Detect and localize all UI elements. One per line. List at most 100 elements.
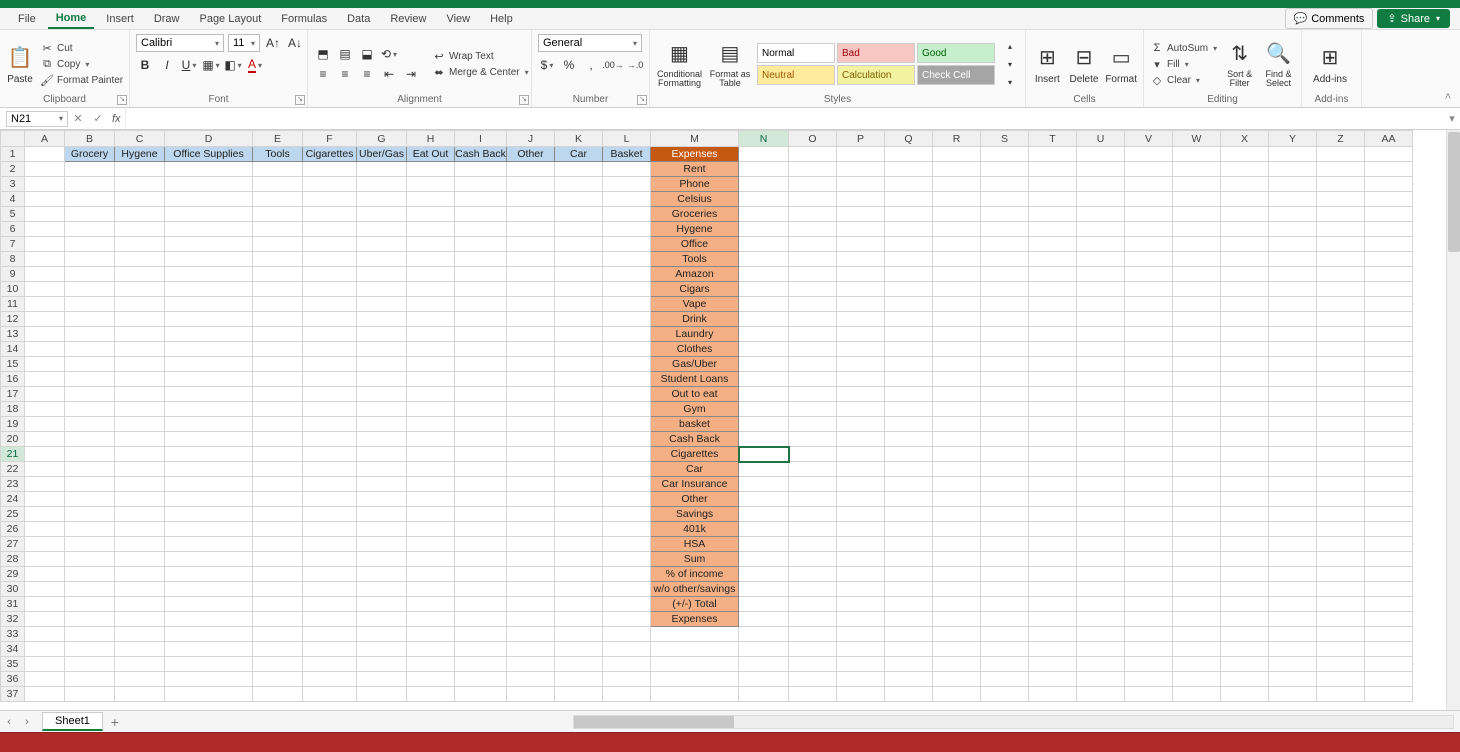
cell[interactable] [65,462,115,477]
cell[interactable] [739,417,789,432]
row-header[interactable]: 19 [1,417,25,432]
cell[interactable] [1077,552,1125,567]
cell[interactable] [455,537,507,552]
cell[interactable] [1077,462,1125,477]
cell[interactable] [1173,207,1221,222]
cell[interactable] [651,672,739,687]
column-header[interactable]: L [603,131,651,147]
cell[interactable] [507,312,555,327]
cell[interactable] [1125,537,1173,552]
cell[interactable] [165,477,253,492]
cell[interactable] [1077,582,1125,597]
cell[interactable] [603,672,651,687]
cell[interactable] [1029,642,1077,657]
merge-center-button[interactable]: ⬌Merge & Center▾ [432,65,529,79]
cell[interactable] [253,282,303,297]
cell[interactable] [981,207,1029,222]
align-middle-button[interactable]: ▤ [336,45,354,63]
row-header[interactable]: 7 [1,237,25,252]
cell[interactable] [357,552,407,567]
cell[interactable] [739,312,789,327]
cell[interactable] [1029,222,1077,237]
cell[interactable] [407,432,455,447]
font-color-button[interactable]: A▾ [246,56,264,74]
cell[interactable] [1221,627,1269,642]
cell[interactable] [885,672,933,687]
cell[interactable] [507,657,555,672]
cell[interactable] [933,192,981,207]
cell[interactable] [357,162,407,177]
column-header[interactable]: K [555,131,603,147]
cell[interactable] [789,267,837,282]
cell[interactable] [357,642,407,657]
cell[interactable] [1269,582,1317,597]
style-neutral[interactable]: Neutral [757,65,835,85]
cell[interactable] [885,447,933,462]
cell[interactable] [933,687,981,702]
add-sheet-button[interactable]: + [103,714,127,730]
cell[interactable] [739,372,789,387]
cell[interactable] [25,267,65,282]
cell[interactable] [1269,492,1317,507]
cell[interactable] [1221,537,1269,552]
cell[interactable] [115,477,165,492]
cell[interactable] [25,462,65,477]
cell[interactable] [1077,372,1125,387]
cell[interactable] [1365,222,1413,237]
cell[interactable] [303,282,357,297]
cell[interactable] [25,372,65,387]
cell[interactable] [603,342,651,357]
cell[interactable] [1221,237,1269,252]
cell[interactable] [1317,417,1365,432]
cell[interactable] [1029,597,1077,612]
sheet-nav-next[interactable]: › [18,716,36,728]
cell[interactable] [1125,177,1173,192]
column-header[interactable]: H [407,131,455,147]
cell[interactable] [165,402,253,417]
cell[interactable] [455,342,507,357]
cell[interactable] [739,522,789,537]
cell[interactable] [1317,642,1365,657]
cell[interactable] [1077,237,1125,252]
cell[interactable] [455,552,507,567]
cell[interactable] [1317,327,1365,342]
cell[interactable] [455,492,507,507]
cell[interactable] [981,552,1029,567]
row-header[interactable]: 3 [1,177,25,192]
cell[interactable] [1173,147,1221,162]
cell[interactable] [1365,297,1413,312]
cell[interactable] [1269,657,1317,672]
cell[interactable] [65,507,115,522]
cell[interactable] [507,402,555,417]
tab-help[interactable]: Help [482,10,521,28]
cell[interactable] [25,597,65,612]
cell[interactable] [789,642,837,657]
cell[interactable] [789,507,837,522]
cell[interactable]: Phone [651,177,739,192]
cell[interactable] [1317,537,1365,552]
cell[interactable] [1269,342,1317,357]
cell[interactable] [253,537,303,552]
comments-button[interactable]: 💬 Comments [1285,8,1374,29]
cell[interactable] [603,282,651,297]
cell[interactable] [303,177,357,192]
cell[interactable] [1365,687,1413,702]
style-check-cell[interactable]: Check Cell [917,65,995,85]
cell[interactable] [1029,297,1077,312]
cell[interactable] [981,372,1029,387]
cell[interactable] [25,402,65,417]
cell[interactable] [253,237,303,252]
align-top-button[interactable]: ⬒ [314,45,332,63]
cell[interactable] [1365,372,1413,387]
select-all-corner[interactable] [1,131,25,147]
cell[interactable] [1221,567,1269,582]
cell[interactable] [407,222,455,237]
cell[interactable] [1269,552,1317,567]
cell[interactable] [981,522,1029,537]
cell[interactable] [1221,417,1269,432]
cell[interactable] [739,432,789,447]
increase-font-button[interactable]: A↑ [264,34,282,52]
cell[interactable] [1221,657,1269,672]
cell[interactable] [837,597,885,612]
cell[interactable] [1173,327,1221,342]
